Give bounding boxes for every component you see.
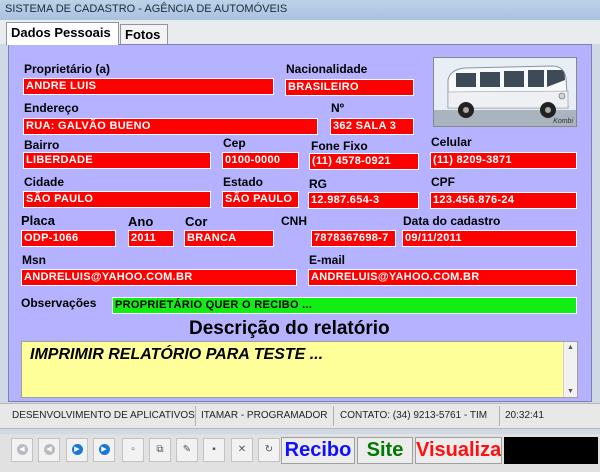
ano-label: Ano: [128, 214, 154, 229]
rg-label: RG: [309, 177, 327, 191]
celular-label: Celular: [431, 135, 472, 149]
next-record-icon[interactable]: ▶: [66, 438, 88, 462]
status-contato: CONTATO: (34) 9213-5761 - TIM: [340, 410, 488, 421]
relatorio-scrollbar[interactable]: ▲ ▼: [563, 342, 577, 397]
bairro-label: Bairro: [24, 138, 60, 152]
nacionalidade-field[interactable]: BRASILEIRO: [285, 79, 414, 96]
kombi-van-image: [434, 58, 576, 126]
placa-field[interactable]: ODP-1066: [21, 230, 116, 247]
tab-strip: Dados Pessoais Fotos: [0, 20, 600, 45]
vehicle-photo-caption: Kombi: [553, 118, 573, 125]
cep-field[interactable]: 0100-0000: [222, 152, 299, 169]
dados-pessoais-panel: Proprietário (a) ANDRE LUIS Nacionalidad…: [8, 44, 592, 402]
cep-label: Cep: [223, 136, 246, 150]
cidade-label: Cidade: [24, 175, 65, 189]
window-title: SISTEMA DE CADASTRO - AGÊNCIA DE AUTOMÓV…: [5, 3, 288, 15]
cor-field[interactable]: BRANCA: [184, 230, 274, 247]
status-programador: ITAMAR - PROGRAMADOR: [201, 410, 328, 421]
status-bar: DESENVOLVIMENTO DE APLICATIVOS ITAMAR - …: [0, 403, 600, 429]
status-hora: 20:32:41: [505, 410, 544, 421]
data-cadastro-label: Data do cadastro: [403, 214, 501, 228]
tab-fotos[interactable]: Fotos: [120, 24, 168, 44]
endereco-label: Endereço: [24, 101, 79, 115]
refresh-record-icon[interactable]: ↻: [258, 438, 280, 462]
celular-field[interactable]: (11) 8209-3871: [430, 152, 577, 169]
msn-field[interactable]: ANDRELUIS@YAHOO.COM.BR: [21, 269, 297, 286]
cancel-record-icon[interactable]: ✕: [231, 438, 253, 462]
status-desenvolvimento: DESENVOLVIMENTO DE APLICATIVOS: [12, 410, 195, 421]
ano-field[interactable]: 2011: [128, 230, 174, 247]
status-divider: [499, 406, 500, 426]
relatorio-memo[interactable]: IMPRIMIR RELATÓRIO PARA TESTE ... ▲ ▼: [21, 341, 578, 398]
visualizar-button[interactable]: Visualizar: [415, 437, 502, 464]
status-divider: [195, 406, 196, 426]
insert-record-icon[interactable]: ▫: [122, 438, 144, 462]
data-cadastro-field[interactable]: 09/11/2011: [402, 230, 577, 247]
last-record-icon[interactable]: ▶: [93, 438, 115, 462]
placa-label: Placa: [21, 213, 55, 228]
bairro-field[interactable]: LIBERDADE: [23, 152, 211, 169]
scroll-down-icon[interactable]: ▼: [567, 388, 574, 395]
proprietario-label: Proprietário (a): [24, 62, 111, 76]
email-field[interactable]: ANDRELUIS@YAHOO.COM.BR: [308, 269, 577, 286]
delete-record-icon[interactable]: ⧉: [149, 438, 171, 462]
status-divider: [333, 406, 334, 426]
fone-fixo-label: Fone Fixo: [311, 139, 368, 153]
recibo-button[interactable]: Recibo: [281, 437, 355, 464]
cpf-label: CPF: [431, 175, 455, 189]
numero-label: Nº: [331, 101, 345, 115]
black-panel: [504, 437, 598, 464]
cnh-label: CNH: [281, 214, 307, 228]
estado-field[interactable]: SÃO PAULO: [222, 191, 299, 208]
estado-label: Estado: [223, 175, 264, 189]
observacoes-field[interactable]: PROPRIETÁRIO QUER O RECIBO ...: [112, 297, 577, 314]
prior-record-icon[interactable]: ◀: [38, 438, 60, 462]
window-titlebar: SISTEMA DE CADASTRO - AGÊNCIA DE AUTOMÓV…: [0, 0, 600, 21]
relatorio-title: Descrição do relatório: [189, 318, 390, 339]
cnh-field[interactable]: 7878367698-7: [311, 230, 396, 247]
numero-field[interactable]: 362 SALA 3: [330, 118, 414, 135]
first-record-icon[interactable]: ◀: [11, 438, 33, 462]
tab-dados-pessoais[interactable]: Dados Pessoais: [6, 22, 119, 45]
site-button[interactable]: Site: [357, 437, 413, 464]
cpf-field[interactable]: 123.456.876-24: [430, 192, 577, 209]
cidade-field[interactable]: SÃO PAULO: [23, 191, 211, 208]
cor-label: Cor: [185, 214, 208, 229]
edit-record-icon[interactable]: ✎: [176, 438, 198, 462]
email-label: E-mail: [309, 253, 346, 267]
post-record-icon[interactable]: ▪: [203, 438, 225, 462]
observacoes-label: Observações: [21, 296, 97, 310]
endereco-field[interactable]: RUA: GALVÃO BUENO: [23, 118, 318, 135]
relatorio-text[interactable]: IMPRIMIR RELATÓRIO PARA TESTE ...: [30, 346, 323, 364]
vehicle-photo: Kombi: [433, 57, 577, 127]
fone-fixo-field[interactable]: (11) 4578-0921: [309, 153, 419, 170]
proprietario-field[interactable]: ANDRE LUIS: [23, 78, 274, 95]
nacionalidade-label: Nacionalidade: [286, 62, 368, 76]
msn-label: Msn: [22, 253, 46, 267]
rg-field[interactable]: 12.987.654-3: [308, 192, 419, 209]
scroll-up-icon[interactable]: ▲: [567, 344, 574, 351]
